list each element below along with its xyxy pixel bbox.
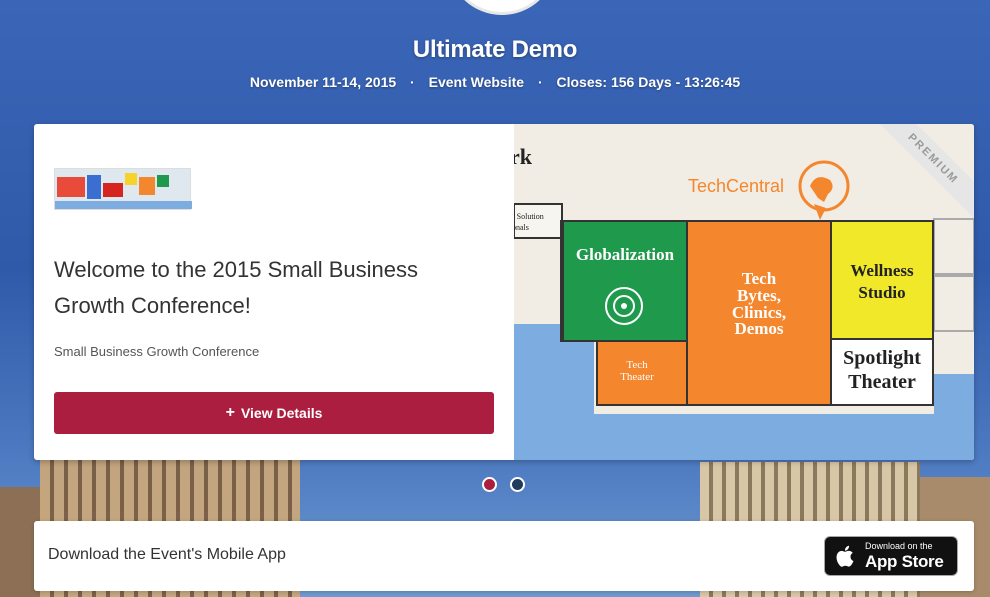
countdown-timer: 156 Days - 13:26:45 bbox=[610, 74, 741, 90]
event-title: Ultimate Demo bbox=[412, 36, 578, 63]
map-label-partial: rk bbox=[514, 144, 533, 169]
mobile-app-text: Download the Event's Mobile App bbox=[48, 546, 286, 563]
app-store-badge[interactable]: Download on the App Store bbox=[824, 536, 958, 576]
event-meta: November 11-14, 2015 · Event Website · C… bbox=[0, 74, 990, 90]
separator-dot: · bbox=[537, 74, 543, 90]
apple-icon bbox=[836, 545, 854, 567]
zone-wellness-2: Studio bbox=[858, 283, 905, 302]
zone-tech-bytes-4: Demos bbox=[734, 319, 783, 338]
floor-map-image: rk r Solution onals TechCentral Globaliz… bbox=[514, 124, 974, 460]
plus-icon: + bbox=[225, 404, 235, 421]
zone-spotlight-1: Spotlight bbox=[843, 347, 921, 369]
closes-label: Closes: bbox=[556, 74, 608, 90]
slide-heading: Welcome to the 2015 Small Business Growt… bbox=[54, 257, 418, 318]
slide-subtitle: Small Business Growth Conference bbox=[54, 344, 260, 359]
app-store-big-text: App Store bbox=[865, 552, 944, 571]
view-details-button[interactable]: + View Details bbox=[54, 392, 494, 434]
mobile-app-bar: Download the Event's Mobile App Download… bbox=[34, 521, 974, 591]
slide-content: Welcome to the 2015 Small Business Growt… bbox=[34, 124, 514, 460]
event-website-link[interactable]: Event Website bbox=[429, 74, 524, 90]
event-logo-avatar[interactable] bbox=[447, 0, 557, 15]
zone-globalization: Globalization bbox=[576, 245, 675, 264]
zone-tech-theater-1: Tech bbox=[626, 359, 648, 371]
floor-map-graphic: rk r Solution onals TechCentral Globaliz… bbox=[514, 124, 974, 460]
carousel-dot-2[interactable] bbox=[510, 477, 525, 492]
carousel-slide: Welcome to the 2015 Small Business Growt… bbox=[34, 124, 974, 460]
map-label-techcentral: TechCentral bbox=[688, 176, 784, 196]
map-label-solution: r Solution bbox=[514, 212, 544, 221]
zone-spotlight-2: Theater bbox=[848, 371, 916, 393]
view-details-label: View Details bbox=[240, 405, 323, 421]
carousel-pagination bbox=[482, 477, 525, 492]
map-label-solution-2: onals bbox=[514, 223, 529, 232]
separator-dot: · bbox=[410, 74, 415, 90]
event-header: Ultimate Demo November 11-14, 2015 · Eve… bbox=[0, 36, 990, 90]
app-store-small-text: Download on the bbox=[865, 541, 933, 551]
zone-tech-theater-2: Theater bbox=[620, 371, 654, 383]
event-dates: November 11-14, 2015 bbox=[249, 74, 397, 90]
zone-wellness-1: Wellness bbox=[850, 261, 914, 280]
carousel-dot-1[interactable] bbox=[482, 477, 497, 492]
floor-plan-thumbnail bbox=[54, 168, 192, 210]
